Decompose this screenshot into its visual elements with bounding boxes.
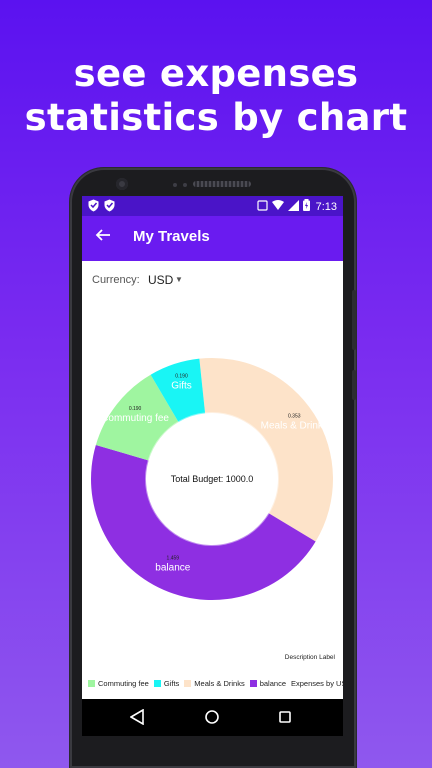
nav-home-icon[interactable]: [204, 709, 220, 728]
front-camera: [116, 178, 128, 190]
android-nav-bar: [82, 699, 343, 736]
nav-back-icon[interactable]: [129, 708, 144, 728]
nav-recents-icon[interactable]: [278, 709, 292, 728]
pie-slice-label: Commuting fee: [101, 413, 169, 424]
sensor-dot: [183, 183, 187, 187]
phone-volume-button: [352, 290, 356, 350]
expenses-pie-chart: 0.353Meals & Drinks1.459balance0.190Comm…: [91, 358, 333, 600]
legend-swatch: [249, 679, 257, 687]
legend-swatch: [88, 679, 95, 687]
legend-swatch: [153, 679, 161, 687]
phone-screen: 7:13 My Travels Currency: USD ▼ 0.353 Mea…: [82, 196, 343, 736]
pie-slice-value: 0.353: [288, 414, 301, 420]
sensor-dot: [173, 183, 177, 187]
legend-swatch: [184, 679, 192, 687]
earpiece-speaker: [193, 181, 251, 187]
chart-description-label: Description Label: [284, 654, 335, 661]
pie-slice-label: Gifts: [171, 380, 192, 391]
phone-power-button: [352, 370, 356, 400]
legend-item: Commuting fee: [88, 679, 149, 688]
pie-slice-value: 0.190: [129, 406, 142, 412]
promo-headline: see expenses statistics by chart: [0, 52, 432, 140]
pie-slice-label: Meals & Drinks: [261, 421, 328, 432]
pie-slice-label: balance: [155, 562, 190, 573]
legend-title: Expenses by USD: [291, 678, 343, 688]
chart-legend: Commuting fee Gifts Meals & Drinks balance E…: [88, 677, 343, 689]
legend-item: Gifts: [153, 678, 180, 688]
legend-label: Commuting fee: [98, 678, 149, 688]
headline-line-2: statistics by chart: [24, 96, 408, 139]
pie-slice-value: 1.459: [167, 555, 180, 561]
chart-center-text: Total Budget: 1000.0: [171, 474, 254, 484]
legend-item: Meals & Drinks: [184, 678, 245, 688]
legend-label: Meals & Drinks: [194, 678, 245, 688]
headline-line-1: see expenses: [73, 52, 359, 95]
legend-item: balance: [249, 678, 286, 688]
legend-label: balance: [259, 678, 286, 688]
legend-label: Gifts: [163, 678, 180, 688]
pie-slice-value: 0.190: [175, 373, 188, 379]
